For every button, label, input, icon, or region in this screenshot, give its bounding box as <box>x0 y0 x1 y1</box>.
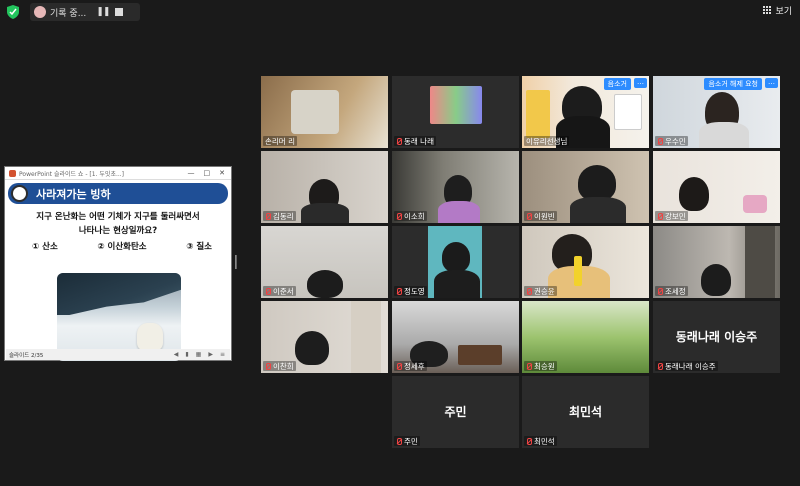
slide-header: 사라져가는 빙하 <box>8 183 228 204</box>
participant-name: 조세정 <box>655 286 688 296</box>
video-tile-camera-off[interactable]: 동래나래 이승주 동래나래 이승주 <box>653 301 780 373</box>
mute-button[interactable]: 음소거 <box>603 78 631 90</box>
muted-mic-icon <box>526 287 532 295</box>
video-tile-active-speaker[interactable]: 음소거 … 이유리선생님 <box>522 76 649 148</box>
maximize-icon[interactable]: □ <box>204 169 211 177</box>
recording-avatar-icon <box>34 6 46 18</box>
participant-name: 손리머 리 <box>263 136 297 146</box>
option-3: ③ 질소 <box>186 242 212 252</box>
muted-mic-icon <box>265 362 271 370</box>
more-options-button[interactable]: … <box>765 78 778 88</box>
pause-recording-icon[interactable]: ❚❚ <box>96 7 110 17</box>
video-tile[interactable]: 최승원 <box>522 301 649 373</box>
video-tile[interactable]: 권승윤 <box>522 226 649 298</box>
participant-name: 동래나래 이승주 <box>655 361 718 371</box>
video-tile[interactable]: 손리머 리 <box>261 76 388 148</box>
video-tile[interactable]: 음소거 해제 요청 … 우수민 <box>653 76 780 148</box>
polar-bear-image <box>57 273 181 361</box>
shared-screen[interactable]: PowerPoint 슬라이드 쇼 - [1. 두잇초...] — □ ✕ 사라… <box>4 166 232 361</box>
security-shield-icon[interactable] <box>7 5 19 19</box>
grid-slides-icon[interactable]: ▦ <box>196 351 202 358</box>
slide-counter: 슬라이드 2/35 <box>9 352 44 359</box>
video-tile[interactable]: 이소희 <box>392 151 519 223</box>
muted-mic-icon <box>657 212 663 220</box>
participant-name: 이준서 <box>263 286 296 296</box>
video-tile-camera-off[interactable]: 최민석 최민석 <box>522 376 649 448</box>
ask-unmute-button[interactable]: 음소거 해제 요청 <box>704 78 762 90</box>
video-tile[interactable]: 동래 나래 <box>392 76 519 148</box>
option-1: ① 산소 <box>32 242 58 252</box>
view-label: 보기 <box>775 7 792 17</box>
participant-display-name: 최민석 <box>568 405 603 419</box>
muted-mic-icon <box>265 287 271 295</box>
video-tile[interactable]: 이준서 <box>261 226 388 298</box>
close-icon[interactable]: ✕ <box>219 169 225 177</box>
option-2: ② 이산화탄소 <box>97 242 147 252</box>
muted-mic-icon <box>526 212 532 220</box>
video-tile[interactable]: 이원빈 <box>522 151 649 223</box>
muted-mic-icon <box>396 437 402 445</box>
answer-options: ① 산소 ② 이산화탄소 ③ 질소 <box>32 240 212 252</box>
muted-mic-icon <box>657 137 663 145</box>
muted-mic-icon <box>396 212 402 220</box>
video-tile[interactable]: 김동리 <box>261 151 388 223</box>
video-tile[interactable]: 이찬희 <box>261 301 388 373</box>
participant-name: 이유리선생님 <box>524 136 570 146</box>
muted-mic-icon <box>396 287 402 295</box>
muted-mic-icon <box>396 137 402 145</box>
participant-display-name: 동래나래 이승주 <box>675 330 758 344</box>
participant-name: 권승윤 <box>524 286 557 296</box>
more-options-button[interactable]: … <box>634 78 647 88</box>
participant-name: 이소희 <box>394 211 427 221</box>
grid-view-icon <box>763 6 772 15</box>
participant-name: 동래 나래 <box>394 136 436 146</box>
recording-indicator: 기록 중... ❚❚ <box>30 3 140 21</box>
view-button[interactable]: 보기 <box>763 4 792 17</box>
powerpoint-icon <box>9 169 16 177</box>
slide-title: 사라져가는 빙하 <box>36 187 111 201</box>
participant-display-name: 주민 <box>444 405 467 419</box>
participant-name: 이찬희 <box>263 361 296 371</box>
shared-window-title: PowerPoint 슬라이드 쇼 - [1. 두잇초...] <box>19 170 125 178</box>
participant-name: 김동리 <box>263 211 296 221</box>
muted-mic-icon <box>526 437 532 445</box>
slide-question-line1: 지구 온난화는 어떤 기체가 지구를 둘러싸면서 <box>36 212 200 222</box>
participant-name: 주민 <box>394 436 420 446</box>
muted-mic-icon <box>265 212 271 220</box>
participant-name: 강보민 <box>655 211 688 221</box>
video-tile-camera-off[interactable]: 주민 주민 <box>392 376 519 448</box>
participant-name: 최민석 <box>524 436 557 446</box>
split-resize-handle[interactable] <box>235 255 237 269</box>
video-tile[interactable]: 강보민 <box>653 151 780 223</box>
muted-mic-icon <box>657 287 663 295</box>
video-tile[interactable]: 조세정 <box>653 226 780 298</box>
participant-name: 정세후 <box>394 361 427 371</box>
muted-mic-icon <box>526 362 532 370</box>
slide: 사라져가는 빙하 지구 온난화는 어떤 기체가 지구를 둘러싸면서 나타나는 현… <box>6 181 230 361</box>
shared-window-titlebar: PowerPoint 슬라이드 쇼 - [1. 두잇초...] — □ ✕ <box>5 167 231 180</box>
video-tile[interactable]: 정세후 <box>392 301 519 373</box>
reading-view-icon[interactable]: ▮ <box>185 351 188 358</box>
participant-name: 이원빈 <box>524 211 557 221</box>
participant-name: 최승원 <box>524 361 557 371</box>
muted-mic-icon <box>396 362 402 370</box>
slide-question-line2: 나타나는 현상일까요? <box>78 226 158 236</box>
stop-recording-icon[interactable] <box>115 8 124 16</box>
top-bar: 기록 중... ❚❚ 보기 <box>0 0 800 24</box>
minimize-icon[interactable]: — <box>188 169 195 177</box>
video-tile[interactable]: 정도영 <box>392 226 519 298</box>
slideshow-status-bar: 슬라이드 2/35 ◀ ▮ ▦ ▶ ≡ <box>6 349 230 360</box>
participant-name: 우수민 <box>655 136 688 146</box>
menu-icon[interactable]: ≡ <box>220 351 225 358</box>
muted-mic-icon <box>657 362 663 370</box>
participant-name: 정도영 <box>394 286 427 296</box>
recording-label: 기록 중... <box>50 8 87 19</box>
school-logo-icon <box>11 185 28 202</box>
prev-slide-icon[interactable]: ◀ <box>174 351 179 358</box>
window-controls: — □ ✕ <box>188 169 232 177</box>
next-slide-icon[interactable]: ▶ <box>208 351 213 358</box>
